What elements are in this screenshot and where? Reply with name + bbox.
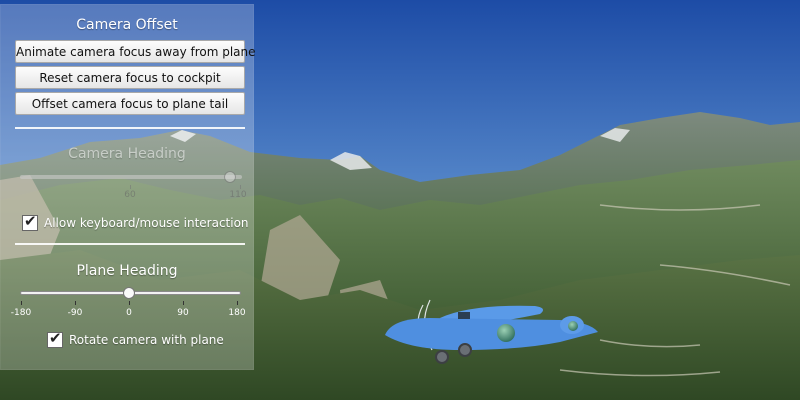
animate-focus-away-button[interactable]: Animate camera focus away from plane — [15, 40, 256, 63]
plane-heading-tick — [75, 301, 76, 305]
camera-offset-title: Camera Offset — [76, 17, 178, 33]
plane-heading-tick-label: -90 — [67, 308, 83, 318]
plane-heading-tick — [183, 301, 184, 305]
allow-interaction-checkbox[interactable]: ✔ — [22, 212, 38, 231]
plane-heading-slider-thumb[interactable] — [123, 287, 135, 299]
landing-wheel-left — [435, 350, 449, 364]
camera-heading-tick-label: 60 — [124, 190, 136, 200]
reset-focus-cockpit-button[interactable]: Reset camera focus to cockpit — [15, 66, 245, 89]
allow-interaction-label: Allow keyboard/mouse interaction — [44, 216, 249, 230]
offset-focus-tail-button[interactable]: Offset camera focus to plane tail — [15, 92, 245, 115]
plane-heading-tick-label: 180 — [228, 308, 246, 318]
plane-heading-title: Plane Heading — [76, 263, 178, 279]
camera-heading-tick — [130, 185, 131, 189]
camera-heading-title: Camera Heading — [68, 146, 186, 162]
checkmark-icon: ✔ — [49, 329, 62, 347]
plane-globe-emblem-tail — [568, 321, 578, 331]
cockpit — [458, 312, 470, 319]
plane-heading-tick — [129, 301, 130, 305]
landing-wheel-right — [458, 343, 472, 357]
divider — [15, 127, 245, 129]
rotate-camera-checkbox[interactable]: ✔ — [47, 329, 63, 348]
plane-heading-tick — [21, 301, 22, 305]
camera-heading-slider-track[interactable] — [20, 175, 242, 179]
settings-panel: Camera Offset Animate camera focus away … — [0, 4, 256, 370]
camera-heading-tick-label: 110 — [229, 190, 247, 200]
divider — [15, 243, 245, 245]
checkmark-icon: ✔ — [24, 212, 37, 230]
camera-heading-slider-thumb[interactable] — [224, 171, 236, 183]
rotate-camera-label: Rotate camera with plane — [69, 333, 224, 347]
plane-heading-tick-label: 0 — [126, 308, 132, 318]
plane-globe-emblem — [497, 324, 515, 342]
camera-heading-tick — [240, 185, 241, 189]
plane-heading-tick — [237, 301, 238, 305]
plane-heading-tick-label: -180 — [10, 308, 32, 318]
plane-heading-tick-label: 90 — [177, 308, 189, 318]
